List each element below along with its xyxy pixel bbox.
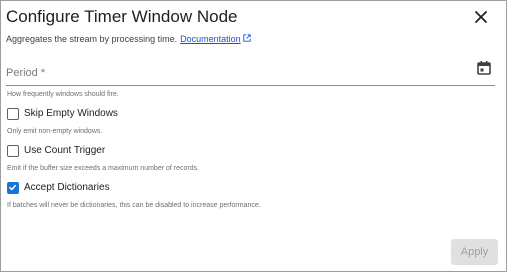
configure-timer-window-dialog: Configure Timer Window Node Aggregates t… [0,0,507,272]
checkbox-box [7,145,19,157]
subtitle-text: Aggregates the stream by processing time… [6,34,178,44]
close-button[interactable] [471,7,491,27]
external-link-icon [243,34,251,42]
skip-empty-windows-label: Skip Empty Windows [24,108,118,119]
close-icon [475,11,487,23]
skip-empty-windows-help: Only emit non-empty windows. [7,128,103,135]
use-count-trigger-help: Emit if the buffer size exceeds a maximu… [7,165,200,172]
apply-button[interactable]: Apply [451,239,498,265]
calendar-icon [477,61,491,75]
checkbox-box-checked [7,182,19,194]
use-count-trigger-label: Use Count Trigger [24,145,106,156]
documentation-link-label: Documentation [180,34,241,44]
documentation-link[interactable]: Documentation [180,34,251,44]
dialog-subtitle: Aggregates the stream by processing time… [6,33,251,45]
period-help-text: How frequently windows should fire. [7,91,119,98]
accept-dictionaries-label: Accept Dictionaries [24,182,110,193]
checkmark-icon [9,184,17,191]
accept-dictionaries-help: If batches will never be dictionaries, t… [7,202,261,209]
calendar-button[interactable] [476,60,492,76]
dialog-title: Configure Timer Window Node [6,7,238,26]
checkbox-box [7,108,19,120]
period-input[interactable]: Period * [6,61,495,86]
period-label: Period * [6,67,46,79]
